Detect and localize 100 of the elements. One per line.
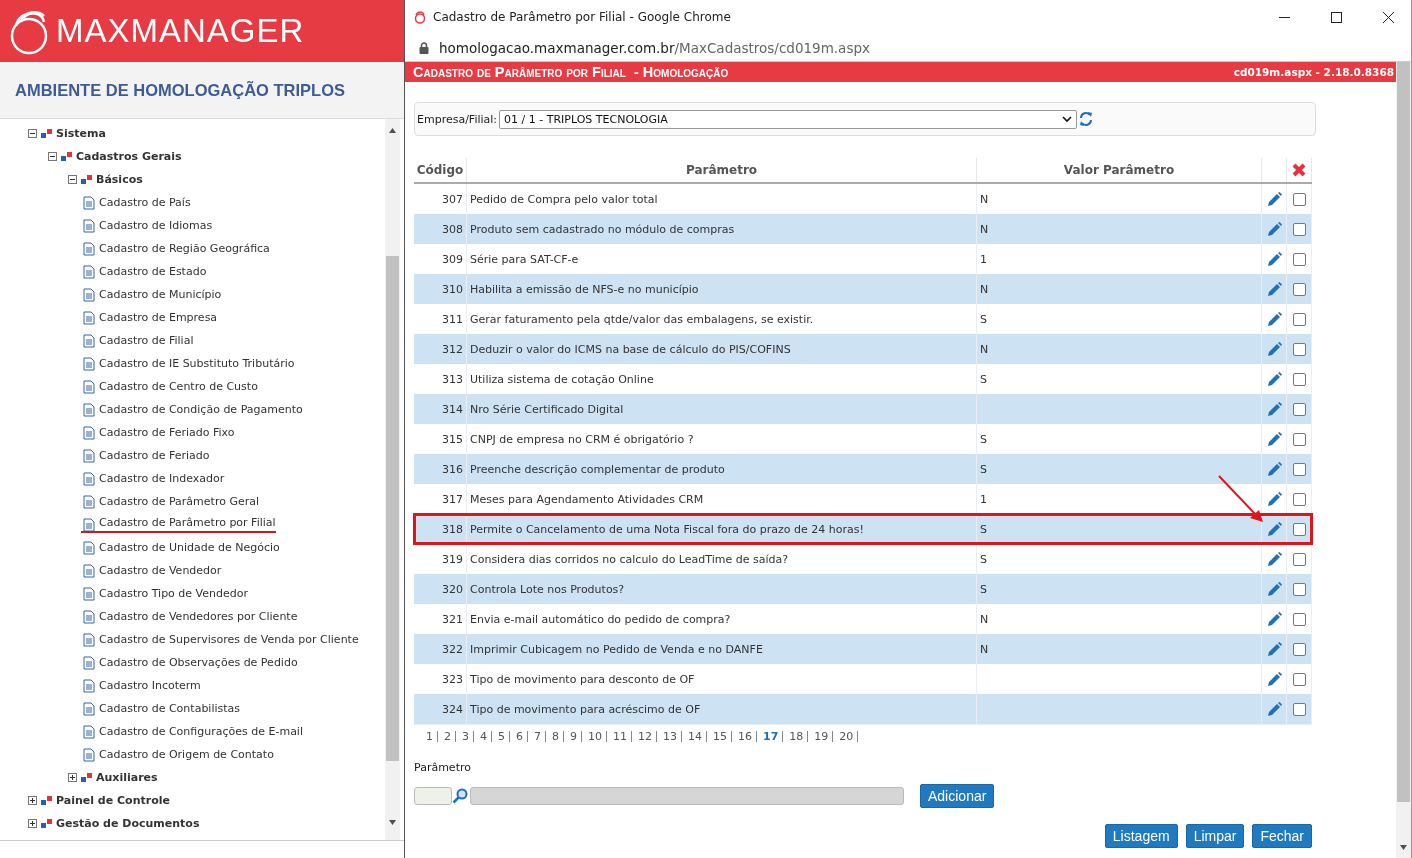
row-checkbox[interactable] bbox=[1292, 582, 1306, 596]
edit-icon[interactable] bbox=[1266, 671, 1282, 687]
tree-item[interactable]: Cadastro de Empresa bbox=[99, 311, 218, 324]
edit-icon[interactable] bbox=[1266, 581, 1282, 597]
collapse-icon[interactable] bbox=[68, 175, 77, 184]
row-checkbox[interactable] bbox=[1292, 432, 1306, 446]
action-button[interactable]: Listagem bbox=[1104, 824, 1178, 848]
tree-item[interactable]: Cadastro de Centro de Custo bbox=[99, 380, 258, 393]
row-checkbox[interactable] bbox=[1292, 222, 1306, 236]
tree-item[interactable]: Cadastro de Contabilistas bbox=[99, 702, 241, 715]
row-checkbox[interactable] bbox=[1292, 312, 1306, 326]
tree-folder[interactable]: Cadastros Gerais bbox=[76, 150, 182, 163]
action-button[interactable]: Fechar bbox=[1252, 824, 1312, 848]
row-checkbox[interactable] bbox=[1292, 252, 1306, 266]
tree-folder[interactable]: Sistema bbox=[56, 127, 106, 140]
edit-icon[interactable] bbox=[1266, 191, 1282, 207]
scrollbar[interactable] bbox=[385, 119, 400, 840]
tree-item[interactable]: Cadastro de Feriado Fixo bbox=[99, 426, 235, 439]
row-checkbox[interactable] bbox=[1292, 192, 1306, 206]
scroll-down-icon[interactable] bbox=[389, 820, 396, 825]
scrollbar[interactable] bbox=[1396, 62, 1411, 858]
page-link[interactable]: 14 bbox=[682, 730, 707, 742]
row-checkbox[interactable] bbox=[1292, 372, 1306, 386]
page-link[interactable]: 16 bbox=[732, 730, 757, 742]
code-field[interactable] bbox=[414, 787, 452, 805]
tree-item[interactable]: Cadastro de Unidade de Negócio bbox=[99, 541, 280, 554]
row-checkbox[interactable] bbox=[1292, 612, 1306, 626]
edit-icon[interactable] bbox=[1266, 371, 1282, 387]
collapse-icon[interactable] bbox=[28, 129, 37, 138]
page-link[interactable]: 10 bbox=[582, 730, 607, 742]
description-field[interactable] bbox=[470, 787, 904, 805]
page-link[interactable]: 15 bbox=[707, 730, 732, 742]
delete-icon[interactable] bbox=[1292, 163, 1306, 177]
row-checkbox[interactable] bbox=[1292, 702, 1306, 716]
tree-item[interactable]: Cadastro de Estado bbox=[99, 265, 207, 278]
page-link[interactable]: 9 bbox=[564, 730, 582, 742]
tree-folder[interactable]: Auxiliares bbox=[96, 771, 158, 784]
row-checkbox[interactable] bbox=[1292, 462, 1306, 476]
page-link[interactable]: 17 bbox=[757, 730, 784, 742]
tree-item[interactable]: Cadastro de Condição de Pagamento bbox=[99, 403, 303, 416]
refresh-icon[interactable] bbox=[1079, 111, 1094, 127]
row-checkbox[interactable] bbox=[1292, 672, 1306, 686]
edit-icon[interactable] bbox=[1266, 461, 1282, 477]
add-button[interactable]: Adicionar bbox=[920, 784, 995, 808]
row-checkbox[interactable] bbox=[1292, 642, 1306, 656]
tree-item[interactable]: Cadastro de Supervisores de Venda por Cliente bbox=[99, 633, 359, 646]
tree-item[interactable]: Cadastro de Feriado bbox=[99, 449, 210, 462]
page-link[interactable]: 20 bbox=[833, 730, 859, 742]
search-icon[interactable] bbox=[452, 788, 468, 804]
page-link[interactable]: 6 bbox=[510, 730, 528, 742]
tree-item[interactable]: Cadastro de Parâmetro Geral bbox=[99, 495, 259, 508]
edit-icon[interactable] bbox=[1266, 611, 1282, 627]
edit-icon[interactable] bbox=[1266, 221, 1282, 237]
expand-icon[interactable] bbox=[68, 773, 77, 782]
page-link[interactable]: 19 bbox=[808, 730, 834, 742]
tree-item[interactable]: Cadastro de Observações de Pedido bbox=[99, 656, 298, 669]
page-link[interactable]: 11 bbox=[607, 730, 632, 742]
edit-icon[interactable] bbox=[1266, 401, 1282, 417]
tree-folder[interactable]: Painel de Controle bbox=[56, 794, 170, 807]
tree-folder[interactable]: Básicos bbox=[96, 173, 143, 186]
collapse-icon[interactable] bbox=[48, 152, 57, 161]
row-checkbox[interactable] bbox=[1292, 342, 1306, 356]
edit-icon[interactable] bbox=[1266, 251, 1282, 267]
tree-item[interactable]: Cadastro de Região Geográfica bbox=[99, 242, 270, 255]
edit-icon[interactable] bbox=[1266, 641, 1282, 657]
tree-item[interactable]: Cadastro de Vendedores por Cliente bbox=[99, 610, 298, 623]
edit-icon[interactable] bbox=[1266, 431, 1282, 447]
edit-icon[interactable] bbox=[1266, 701, 1282, 717]
page-link[interactable]: 4 bbox=[474, 730, 492, 742]
scroll-down-icon[interactable] bbox=[1400, 845, 1407, 850]
address-url[interactable]: homologacao.maxmanager.com.br/MaxCadastros/cd019m.aspx bbox=[439, 39, 870, 56]
page-link[interactable]: 13 bbox=[657, 730, 682, 742]
row-checkbox[interactable] bbox=[1292, 402, 1306, 416]
tree-item[interactable]: Cadastro de Configurações de E-mail bbox=[99, 725, 303, 738]
company-select[interactable]: 01 / 1 - TRIPLOS TECNOLOGIA bbox=[499, 109, 1078, 129]
edit-icon[interactable] bbox=[1266, 281, 1282, 297]
tree-item[interactable]: Cadastro Incoterm bbox=[99, 679, 201, 692]
tree-item[interactable]: Cadastro de Origem de Contato bbox=[99, 748, 274, 761]
page-link[interactable]: 18 bbox=[783, 730, 809, 742]
expand-icon[interactable] bbox=[28, 819, 37, 828]
tree-item[interactable]: Cadastro de Idiomas bbox=[99, 219, 213, 232]
edit-icon[interactable] bbox=[1266, 341, 1282, 357]
page-link[interactable]: 12 bbox=[632, 730, 657, 742]
tree-item[interactable]: Cadastro de Filial bbox=[99, 334, 194, 347]
scroll-up-icon[interactable] bbox=[389, 128, 396, 133]
page-link[interactable]: 7 bbox=[528, 730, 546, 742]
tree-item[interactable]: Cadastro de Município bbox=[99, 288, 222, 301]
page-link[interactable]: 8 bbox=[546, 730, 564, 742]
edit-icon[interactable] bbox=[1266, 521, 1282, 537]
tree-folder[interactable]: Gestão de Documentos bbox=[56, 817, 200, 830]
row-checkbox[interactable] bbox=[1292, 492, 1306, 506]
tree-item[interactable]: Cadastro de Indexador bbox=[99, 472, 225, 485]
page-link[interactable]: 2 bbox=[438, 730, 456, 742]
page-link[interactable]: 1 bbox=[420, 730, 438, 742]
tree-item[interactable]: Cadastro de IE Substituto Tributário bbox=[99, 357, 295, 370]
expand-icon[interactable] bbox=[28, 796, 37, 805]
page-link[interactable]: 5 bbox=[492, 730, 510, 742]
tree-item[interactable]: Cadastro Tipo de Vendedor bbox=[99, 587, 248, 600]
edit-icon[interactable] bbox=[1266, 551, 1282, 567]
edit-icon[interactable] bbox=[1266, 491, 1282, 507]
